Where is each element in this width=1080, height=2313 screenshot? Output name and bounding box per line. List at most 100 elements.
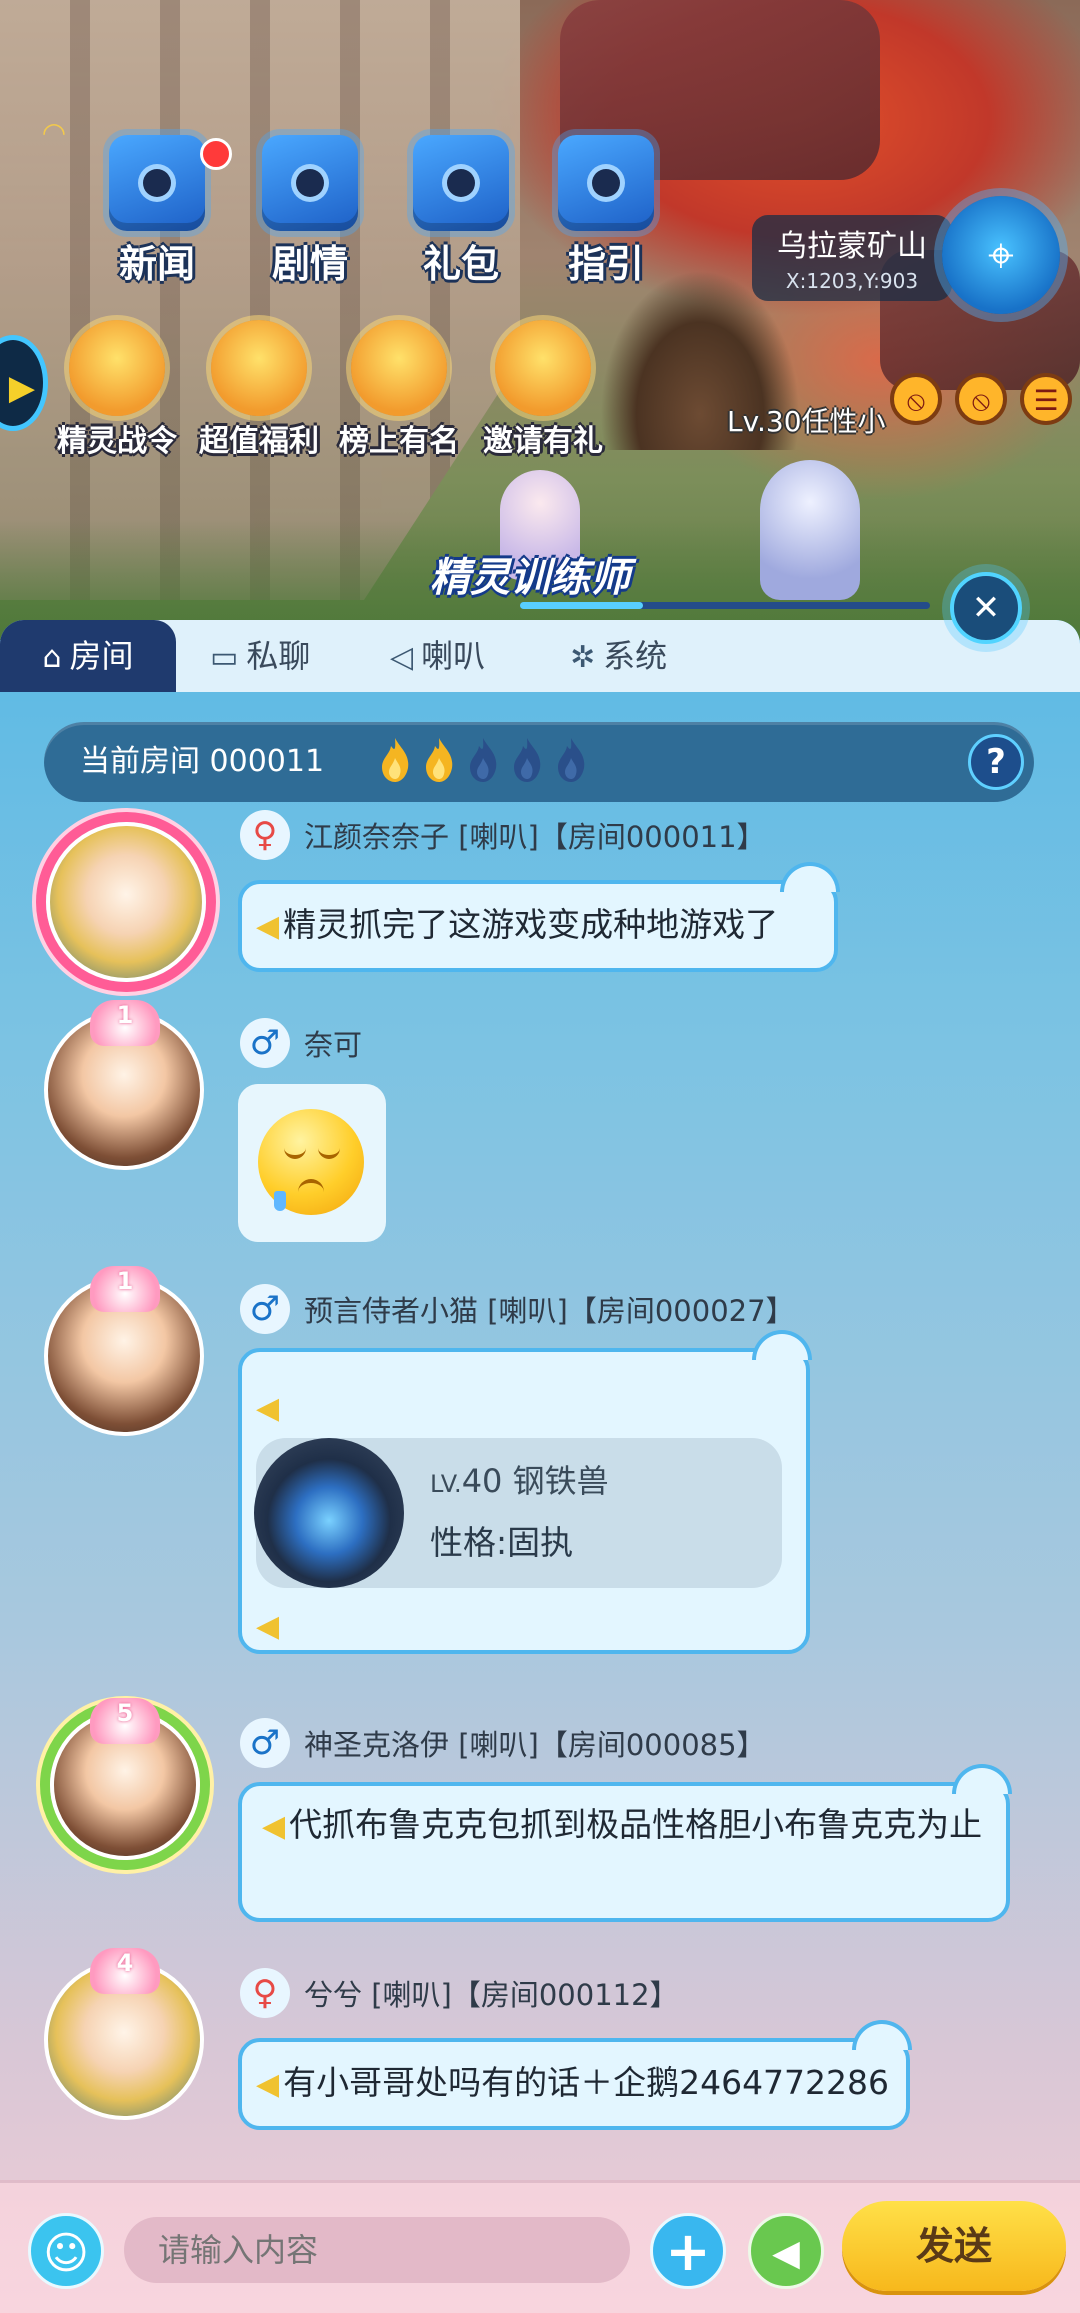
message-bubble[interactable]: ◀ 代抓布鲁克克包抓到极品性格胆小布鲁克克为止 xyxy=(238,1764,1012,1922)
speaker-icon: ◀ xyxy=(262,1809,286,1844)
message-text: 代抓布鲁克克包抓到极品性格胆小布鲁克克为止 xyxy=(289,1805,983,1844)
pet-share-card[interactable]: LV.40 钢铁兽 性格:固执 xyxy=(254,1438,782,1588)
chat-tabs: ⌂ 房间 ▭ 私聊 ◁ 喇叭 ✲ 系统 xyxy=(0,620,1080,692)
horn-broadcast-button[interactable]: ◀ xyxy=(748,2213,824,2289)
male-icon: ♂ xyxy=(240,1018,290,1068)
flame-unlit-icon xyxy=(470,738,497,782)
message-text: 有小哥哥处吗有的话＋企鹅2464772286 xyxy=(283,2063,890,2102)
tab-system-label: 系统 xyxy=(603,637,668,675)
room-heat-flames xyxy=(378,736,598,788)
cat-ears-decoration xyxy=(752,1330,812,1360)
message-bubble[interactable]: ◀ LV.40 钢铁兽 性格:固执 ◀ xyxy=(238,1330,812,1654)
sender-name[interactable]: 江颜奈奈子 [喇叭]【房间000011】 xyxy=(304,814,766,856)
speaker-icon: ◀ xyxy=(256,2067,280,2102)
sticker-message[interactable] xyxy=(238,1084,386,1242)
gift-pack-label: 礼包 xyxy=(422,242,499,286)
cat-ears-decoration xyxy=(852,2020,912,2050)
game-scene[interactable]: ◠ 新闻 剧情 礼包 指引 乌拉蒙矿山 X:1203,Y:903 ⌖ ▶ 精灵战… xyxy=(0,0,1080,640)
male-icon: ♂ xyxy=(240,1284,290,1334)
tab-room[interactable]: ⌂ 房间 xyxy=(0,620,176,692)
leaderboard-label: 榜上有名 xyxy=(339,424,459,459)
help-button[interactable]: ? xyxy=(968,734,1024,790)
sender-name[interactable]: 神圣克洛伊 [喇叭]【房间000085】 xyxy=(304,1722,766,1764)
location-panel[interactable]: 乌拉蒙矿山 X:1203,Y:903 xyxy=(752,215,952,301)
story-button[interactable]: 剧情 xyxy=(245,135,375,286)
safe-icon xyxy=(558,135,654,231)
vip-crown-badge: 1 xyxy=(90,1266,160,1312)
speaker-icon: ◀ xyxy=(256,909,280,944)
horn-icon: ◁ xyxy=(390,640,414,675)
wifi-icon: ◠ xyxy=(41,116,67,149)
temple-ruins-background xyxy=(0,0,520,600)
cat-ears-decoration xyxy=(780,862,840,892)
tab-room-label: 房间 xyxy=(69,637,134,675)
guide-button[interactable]: 指引 xyxy=(541,135,671,286)
map-pin-icon: ⌖ xyxy=(988,228,1014,282)
home-icon: ⌂ xyxy=(42,640,62,675)
value-benefits-button[interactable]: 超值福利 xyxy=(184,320,334,460)
player-character[interactable] xyxy=(760,460,860,600)
message-bubble[interactable]: ◀ 精灵抓完了这游戏变成种地游戏了 xyxy=(238,862,840,972)
news-label: 新闻 xyxy=(118,242,195,286)
no-entry-icon: ⦸ xyxy=(971,384,991,417)
question-icon: ? xyxy=(986,742,1006,782)
message-bubble[interactable]: ◀ 有小哥哥处吗有的话＋企鹅2464772286 xyxy=(238,2020,912,2130)
message-input[interactable] xyxy=(124,2217,630,2283)
close-chat-button[interactable]: ✕ xyxy=(950,572,1022,644)
tab-private-label: 私聊 xyxy=(246,637,311,675)
plus-icon: + xyxy=(665,2220,711,2283)
hide-toggle-button[interactable]: ⦸ xyxy=(955,373,1007,425)
emoji-button[interactable]: ☺ xyxy=(28,2213,104,2289)
avatar[interactable] xyxy=(46,822,206,982)
vip-crown-badge: 4 xyxy=(90,1948,160,1994)
sender-name[interactable]: 奈可 xyxy=(304,1022,362,1064)
chat-input-bar: ☺ + ◀ 发送 xyxy=(0,2180,1080,2313)
pinwheel-icon: ✲ xyxy=(570,640,596,675)
speaker-icon: ◀ xyxy=(256,1391,280,1426)
sender-name[interactable]: 预言侍者小猫 [喇叭]【房间000027】 xyxy=(304,1288,795,1330)
map-button[interactable]: ⌖ xyxy=(942,196,1060,314)
send-button[interactable]: 发送 xyxy=(842,2201,1066,2291)
vip-crown-badge: 1 xyxy=(90,1000,160,1046)
current-room-label: 当前房间 000011 xyxy=(80,744,325,779)
tab-private-chat[interactable]: ▭ 私聊 xyxy=(210,620,310,692)
gift-pack-button[interactable]: 礼包 xyxy=(396,135,526,286)
location-name: 乌拉蒙矿山 xyxy=(777,229,927,264)
flame-lit-icon xyxy=(382,738,409,782)
player-label: Lv.30任性小 xyxy=(727,405,886,438)
tab-horn[interactable]: ◁ 喇叭 xyxy=(390,620,485,692)
female-icon: ♀ xyxy=(240,810,290,860)
vip-crown-badge: 5 xyxy=(90,1698,160,1744)
safe-icon xyxy=(262,135,358,231)
cat-ears-decoration xyxy=(952,1764,1012,1794)
gift-box-icon xyxy=(413,135,509,231)
list-icon: ☰ xyxy=(1033,384,1059,417)
location-coord: X:1203,Y:903 xyxy=(785,269,919,293)
pet-level-name: LV.40 钢铁兽 xyxy=(430,1462,609,1500)
story-label: 剧情 xyxy=(271,242,348,286)
flame-lit-icon xyxy=(426,738,453,782)
male-icon: ♂ xyxy=(240,1718,290,1768)
megaphone-icon: ◀ xyxy=(772,2233,800,2274)
guide-label: 指引 xyxy=(567,242,644,286)
sender-name[interactable]: 兮兮 [喇叭]【房间000112】 xyxy=(304,1972,679,2014)
invitation-icon xyxy=(495,320,591,416)
menu-toggle-button[interactable]: ☰ xyxy=(1020,373,1072,425)
battle-pass-button[interactable]: 精灵战令 xyxy=(42,320,192,460)
leaderboard-button[interactable]: 榜上有名 xyxy=(324,320,474,460)
battle-pass-icon xyxy=(69,320,165,416)
close-icon: ✕ xyxy=(971,588,1001,628)
invite-button[interactable]: 邀请有礼 xyxy=(468,320,618,460)
mute-toggle-button[interactable]: ⦸ xyxy=(890,373,942,425)
pet-nature: 性格:固执 xyxy=(430,1523,574,1562)
progress-fill xyxy=(520,602,643,609)
sleepy-smile-emoji-icon xyxy=(258,1109,364,1215)
speaker-icon: ◀ xyxy=(256,1609,280,1644)
tab-system[interactable]: ✲ 系统 xyxy=(570,620,667,692)
pet-portrait xyxy=(254,1438,404,1588)
flame-unlit-icon xyxy=(514,738,541,782)
trainer-title: 精灵训练师 xyxy=(430,555,630,601)
add-attachment-button[interactable]: + xyxy=(650,2213,726,2289)
no-sound-icon: ⦸ xyxy=(906,384,926,417)
invite-label: 邀请有礼 xyxy=(483,424,603,459)
